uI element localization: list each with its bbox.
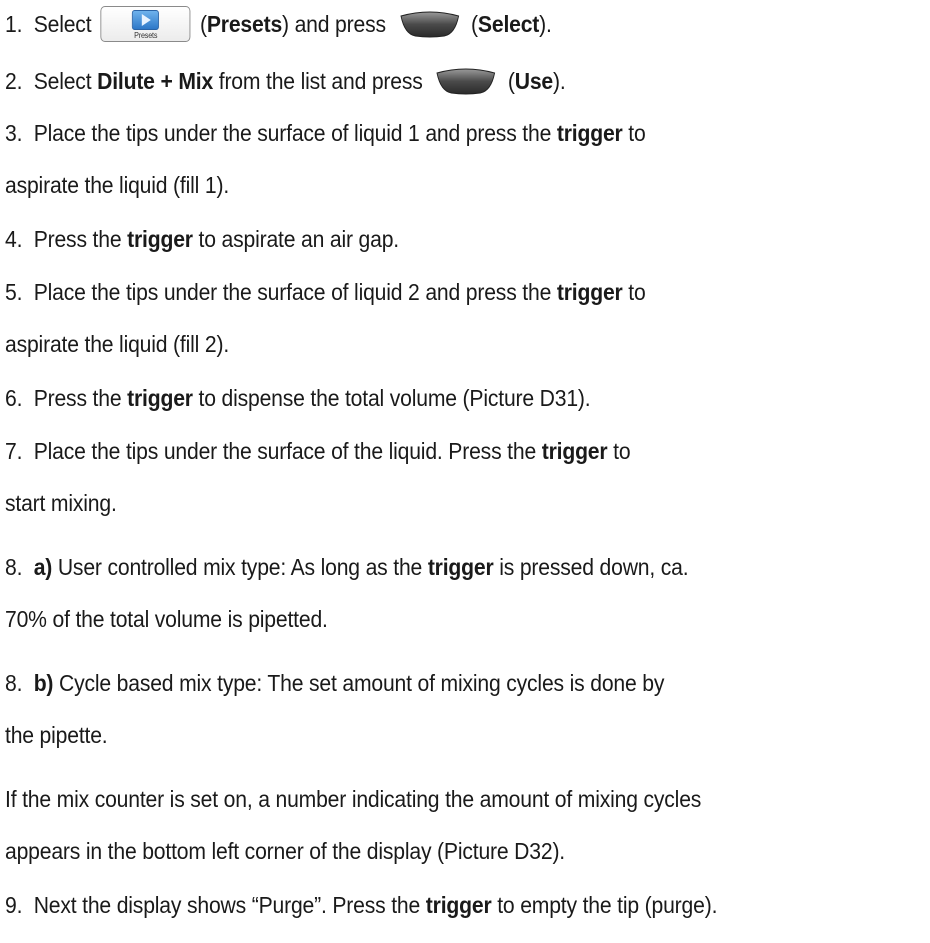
step-5-line-1: 5. Place the tips under the surface of l…	[5, 279, 646, 305]
softkey-icon	[436, 68, 496, 95]
step-8a-line-2: 70% of the total volume is pipetted.	[5, 606, 328, 632]
note-line-2: appears in the bottom left corner of the…	[5, 838, 566, 864]
step-8b-line-1: 8. b) Cycle based mix type: The set amou…	[5, 670, 665, 696]
presets-icon: Presets	[100, 5, 191, 42]
step-8a-line-1: 8. a) User controlled mix type: As long …	[5, 554, 689, 580]
step-5-line-2: aspirate the liquid (fill 2).	[5, 331, 230, 357]
note-line-1: If the mix counter is set on, a number i…	[5, 786, 702, 812]
use-label: Use	[514, 68, 554, 94]
step-3-line-1: 3. Place the tips under the surface of l…	[5, 120, 646, 146]
step-6: 6. Press the trigger to dispense the tot…	[5, 385, 591, 411]
presets-label: Presets	[206, 11, 283, 37]
step-7-line-1: 7. Place the tips under the surface of t…	[5, 438, 631, 464]
step-3-line-2: aspirate the liquid (fill 1).	[5, 172, 230, 198]
step-8b-line-2: the pipette.	[5, 722, 108, 748]
step-9: 9. Next the display shows “Purge”. Press…	[5, 892, 718, 918]
select-label: Select	[477, 11, 540, 37]
presets-icon-caption: Presets	[134, 30, 158, 40]
step-4: 4. Press the trigger to aspirate an air …	[5, 226, 399, 252]
presets-play-icon	[132, 9, 160, 30]
step-1: 1. Select Presets (Presets) and press (S…	[5, 5, 552, 42]
dilute-mix-label: Dilute + Mix	[97, 68, 214, 94]
step-7-line-2: start mixing.	[5, 490, 117, 516]
softkey-icon	[400, 11, 459, 38]
step-2: 2. Select Dilute + Mix from the list and…	[5, 68, 566, 95]
